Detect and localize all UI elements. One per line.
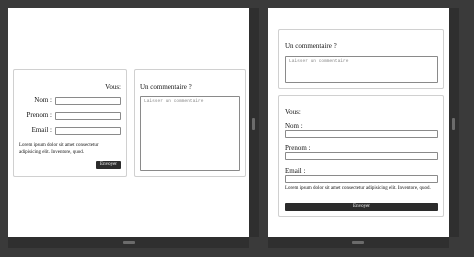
form-heading: Vous: xyxy=(105,83,121,91)
comment-placeholder: Laisser un commentaire xyxy=(289,59,349,64)
comment-textarea[interactable]: Laisser un commentaire xyxy=(285,56,438,83)
nom-input[interactable] xyxy=(285,130,438,138)
comment-heading: Un commentaire ? xyxy=(285,42,337,50)
submit-button[interactable]: Envoyer xyxy=(96,161,121,169)
right-comment-panel: Un commentaire ? Laisser un commentaire xyxy=(278,29,444,89)
resize-handle-icon[interactable] xyxy=(252,118,255,130)
right-horizontal-scrollbar[interactable] xyxy=(268,237,449,248)
left-horizontal-scrollbar[interactable] xyxy=(8,237,249,248)
comment-textarea[interactable]: Laisser un commentaire xyxy=(140,96,240,171)
comment-heading: Un commentaire ? xyxy=(140,83,192,91)
resize-handle-icon[interactable] xyxy=(452,118,455,130)
email-label: Email : xyxy=(31,126,52,134)
right-vertical-resize-bar[interactable] xyxy=(449,8,459,237)
lorem-paragraph: Lorem ipsum dolor sit amet consectetur a… xyxy=(19,143,99,155)
email-input[interactable] xyxy=(55,127,121,135)
left-vertical-resize-bar[interactable] xyxy=(249,8,259,237)
left-comment-panel: Un commentaire ? Laisser un commentaire xyxy=(134,69,246,177)
prenom-input[interactable] xyxy=(55,112,121,120)
prenom-label: Prenom : xyxy=(26,111,52,119)
right-contact-form-panel: Vous: Nom : Prenom : Email : Lorem ipsum… xyxy=(278,95,444,217)
comment-placeholder: Laisser un commentaire xyxy=(144,99,204,104)
nom-label: Nom : xyxy=(34,96,52,104)
form-heading: Vous: xyxy=(285,108,301,116)
lorem-paragraph: Lorem ipsum dolor sit amet consectetur a… xyxy=(285,186,431,191)
nom-input[interactable] xyxy=(55,97,121,105)
email-input[interactable] xyxy=(285,175,438,183)
submit-button[interactable]: Envoyer xyxy=(285,203,438,211)
prenom-input[interactable] xyxy=(285,152,438,160)
resize-handle-icon[interactable] xyxy=(123,241,135,244)
left-contact-form-panel: Vous: Nom : Prenom : Email : Lorem ipsum… xyxy=(13,69,127,177)
resize-handle-icon[interactable] xyxy=(352,241,364,244)
